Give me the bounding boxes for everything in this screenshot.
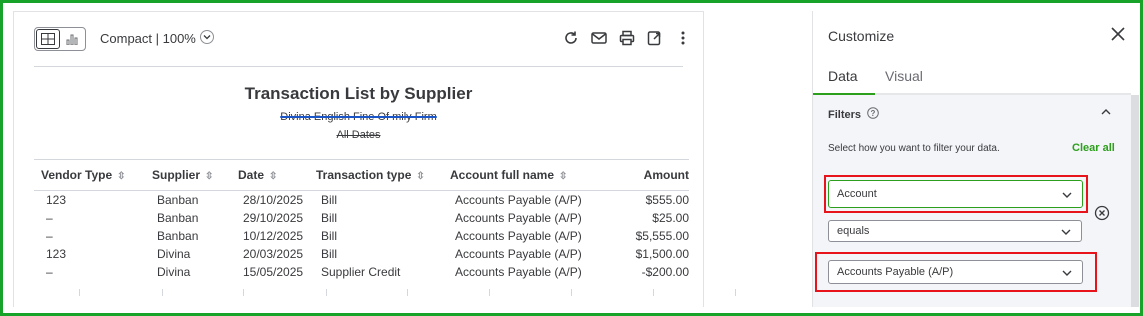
sort-icon: ⇳	[205, 171, 214, 182]
report-actions	[563, 30, 691, 46]
customize-panel: Customize Data Visual Filters ? Select h…	[812, 11, 1140, 307]
cell-supplier[interactable]: Banban	[145, 191, 231, 209]
cell-vendor-type: –	[46, 210, 53, 225]
cell-amount: -$200.00	[641, 264, 689, 279]
chevron-up-icon[interactable]	[1099, 105, 1115, 121]
export-icon[interactable]	[647, 30, 663, 46]
column-header-date[interactable]: Date ⇳	[231, 159, 309, 191]
cell-date: 15/05/2025	[243, 264, 304, 279]
cell-account: Accounts Payable (A/P)	[455, 192, 582, 207]
cell-date: 28/10/2025	[243, 192, 304, 207]
column-header-amount[interactable]: Amount	[599, 159, 689, 191]
cell-amount: $5,555.00	[635, 228, 689, 243]
cell-transaction-type[interactable]: Bill	[309, 191, 443, 209]
clear-all-link[interactable]: Clear all	[1072, 142, 1115, 154]
cell-account: Accounts Payable (A/P)	[455, 264, 582, 279]
cell-transaction-type[interactable]: Bill	[309, 245, 443, 263]
report-title: Transaction List by Supplier	[244, 84, 473, 103]
cell-supplier[interactable]: Banban	[145, 209, 231, 227]
report-company-name: Divina English Fine Of mily Firm	[280, 111, 437, 123]
close-icon[interactable]	[1109, 25, 1129, 45]
cell-date: 10/12/2025	[243, 228, 304, 243]
sort-icon: ⇳	[269, 171, 278, 182]
cell-transaction-type[interactable]: Bill	[309, 227, 443, 245]
cell-account: Accounts Payable (A/P)	[455, 228, 582, 243]
table-view-icon[interactable]	[36, 29, 60, 49]
table-row: 123 Divina 20/03/2025 Bill Accounts Paya…	[34, 245, 689, 263]
sort-icon: ⇳	[416, 171, 425, 182]
refresh-icon[interactable]	[563, 30, 579, 46]
svg-text:?: ?	[871, 109, 876, 118]
filter-operator-select[interactable]: equals	[828, 220, 1082, 242]
filter-value-text: Accounts Payable (A/P)	[837, 266, 954, 278]
tab-data[interactable]: Data	[828, 68, 858, 84]
email-icon[interactable]	[591, 30, 607, 46]
density-dropdown[interactable]: Compact | 100%	[100, 30, 214, 47]
cell-supplier[interactable]: Divina	[145, 245, 231, 263]
filter-value-select[interactable]: Accounts Payable (A/P)	[828, 260, 1083, 284]
report-pane: Compact | 100% Transaction List by Suppl…	[13, 11, 704, 307]
chevron-down-icon	[1062, 268, 1072, 276]
more-options-icon[interactable]	[675, 30, 691, 46]
table-row: – Banban 10/12/2025 Bill Accounts Payabl…	[34, 227, 689, 245]
tab-visual[interactable]: Visual	[885, 68, 923, 84]
report-toolbar: Compact | 100%	[14, 12, 703, 66]
cell-amount: $25.00	[652, 210, 689, 225]
chevron-down-icon	[199, 30, 214, 47]
table-row: 123 Banban 28/10/2025 Bill Accounts Paya…	[34, 191, 689, 209]
table-row: – Banban 29/10/2025 Bill Accounts Payabl…	[34, 209, 689, 227]
filter-field-value: Account	[837, 188, 877, 200]
filters-heading: Filters	[828, 108, 862, 121]
table-row: – Divina 15/05/2025 Supplier Credit Acco…	[34, 263, 689, 281]
cell-vendor-type: 123	[46, 192, 67, 207]
toolbar-divider	[34, 66, 683, 67]
cell-account: Accounts Payable (A/P)	[455, 246, 582, 261]
filter-operator-value: equals	[837, 225, 870, 237]
cell-amount: $555.00	[645, 192, 689, 207]
chevron-down-icon	[1061, 227, 1071, 235]
help-icon[interactable]: ?	[867, 107, 879, 122]
cell-supplier[interactable]: Banban	[145, 227, 231, 245]
report-date-range: All Dates	[336, 129, 381, 141]
filter-field-select[interactable]: Account	[828, 180, 1083, 208]
chevron-down-icon	[1062, 190, 1072, 198]
cell-supplier[interactable]: Divina	[145, 263, 231, 281]
panel-scrollbar[interactable]	[1131, 95, 1139, 307]
cell-vendor-type: –	[46, 264, 53, 279]
column-header-supplier[interactable]: Supplier ⇳	[145, 159, 231, 191]
column-header-vendor-type[interactable]: Vendor Type ⇳	[34, 159, 145, 191]
sort-icon: ⇳	[117, 171, 126, 182]
filters-section: Filters ? Select how you want to filter …	[813, 95, 1131, 307]
cell-vendor-type: –	[46, 228, 53, 243]
sort-icon: ⇳	[559, 171, 568, 182]
cell-vendor-type: 123	[46, 246, 67, 261]
column-header-transaction-type[interactable]: Transaction type ⇳	[309, 159, 443, 191]
cell-amount: $1,500.00	[635, 246, 689, 261]
chart-view-icon[interactable]	[61, 29, 85, 49]
print-icon[interactable]	[619, 30, 635, 46]
cell-date: 20/03/2025	[243, 246, 304, 261]
cell-transaction-type[interactable]: Bill	[309, 209, 443, 227]
cell-transaction-type[interactable]: Supplier Credit	[309, 263, 443, 281]
column-header-account-full-name[interactable]: Account full name ⇳	[443, 159, 599, 191]
report-header-row: Vendor Type ⇳ Supplier ⇳ Date ⇳ Transaction…	[34, 159, 689, 191]
cell-date: 29/10/2025	[243, 210, 304, 225]
view-toggle	[34, 27, 86, 51]
density-label: Compact | 100%	[100, 31, 196, 46]
report-table: Vendor Type ⇳ Supplier ⇳ Date ⇳ Transaction…	[34, 159, 689, 281]
remove-filter-icon[interactable]	[1094, 205, 1110, 221]
panel-title: Customize	[828, 28, 895, 44]
filters-header: Filters ?	[828, 107, 879, 122]
cell-account: Accounts Payable (A/P)	[455, 210, 582, 225]
filter-hint: Select how you want to filter your data.	[828, 143, 1000, 154]
